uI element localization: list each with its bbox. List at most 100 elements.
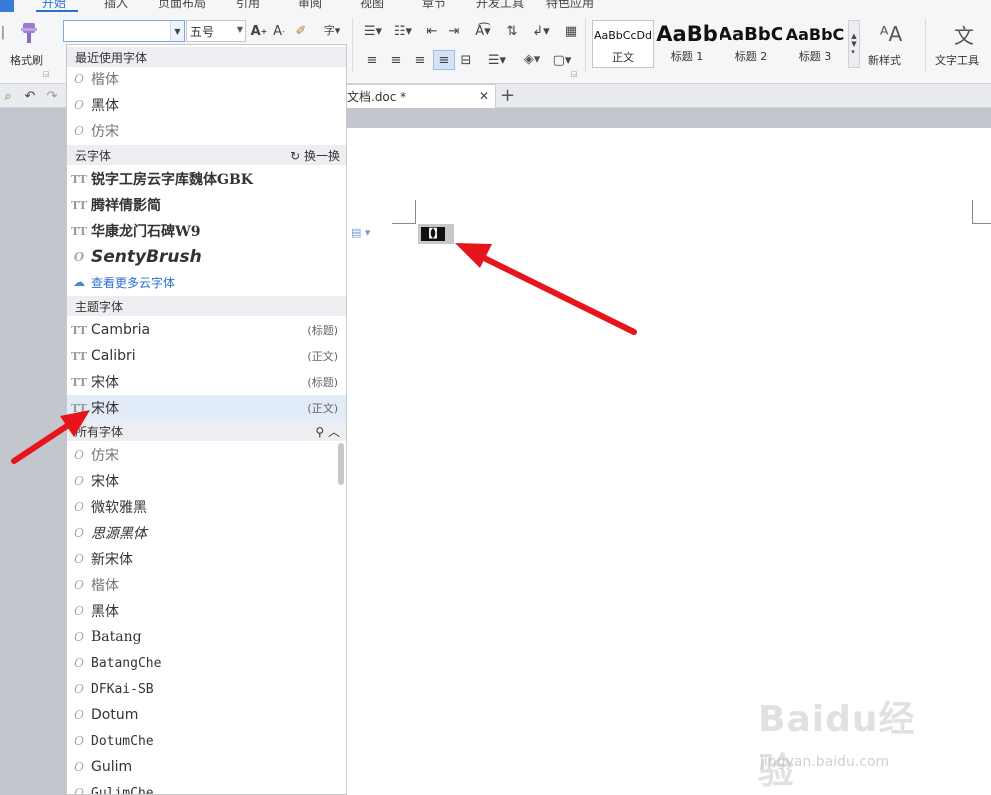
shading-icon[interactable]: ◈▾ bbox=[520, 50, 544, 68]
font-item[interactable]: O Dotum bbox=[67, 702, 346, 728]
justify-icon[interactable]: ≡ bbox=[433, 50, 455, 70]
style-heading-3[interactable]: AaBbC 标题 3 bbox=[784, 20, 846, 68]
align-center-icon[interactable]: ≡ bbox=[388, 52, 404, 68]
section-recent-fonts: 最近使用字体 bbox=[67, 47, 346, 67]
font-item[interactable]: O 楷体 bbox=[67, 66, 346, 92]
font-item[interactable]: O 仿宋 bbox=[67, 442, 346, 468]
grow-font-icon[interactable]: A + bbox=[250, 22, 268, 40]
tab-review[interactable]: 审阅 bbox=[298, 0, 322, 11]
font-item-label: 仿宋 bbox=[91, 124, 119, 140]
truetype-icon: TT bbox=[71, 349, 87, 363]
font-item[interactable]: O DotumChe bbox=[67, 728, 346, 754]
font-item[interactable]: O 思源黑体 bbox=[67, 520, 346, 546]
font-name-input[interactable]: ▼ bbox=[63, 20, 185, 42]
paste-options-icon[interactable]: ▤ ▾ bbox=[351, 226, 370, 239]
font-item[interactable]: O 楷体 bbox=[67, 572, 346, 598]
redo-icon[interactable]: ↷ bbox=[44, 88, 60, 104]
show-marks-icon[interactable]: ↲▾ bbox=[532, 22, 550, 40]
font-item[interactable]: O DFKai-SB bbox=[67, 676, 346, 702]
font-item-label: 黑体 bbox=[91, 604, 119, 620]
more-cloud-fonts-link[interactable]: ☁ 查看更多云字体 bbox=[67, 270, 346, 294]
dialog-launcher-icon[interactable]: ◲ bbox=[42, 70, 50, 78]
font-item[interactable]: O Gulim bbox=[67, 754, 346, 780]
font-role-tag: (正文) bbox=[307, 350, 338, 363]
tab-page-layout[interactable]: 页面布局 bbox=[158, 0, 206, 11]
align-right-icon[interactable]: ≡ bbox=[412, 52, 428, 68]
tab-view[interactable]: 视图 bbox=[360, 0, 384, 11]
font-item[interactable]: O 新宋体 bbox=[67, 546, 346, 572]
bullet-list-icon[interactable]: ☰▾ bbox=[362, 22, 384, 40]
theme-font-item[interactable]: TT Cambria (标题) bbox=[67, 317, 346, 343]
align-left-icon[interactable]: ≡ bbox=[364, 52, 380, 68]
new-style-icon[interactable]: ᴬA bbox=[876, 20, 906, 48]
theme-font-item[interactable]: TT 宋体 (标题) bbox=[67, 369, 346, 395]
font-type-icon: O bbox=[74, 124, 84, 138]
phonetic-guide-icon[interactable]: 字▾ bbox=[320, 20, 344, 40]
border-icon[interactable]: ▢▾ bbox=[552, 52, 572, 68]
chinese-layout-icon[interactable]: A͡▾ bbox=[472, 22, 494, 40]
theme-font-item[interactable]: TT Calibri (正文) bbox=[67, 343, 346, 369]
new-tab-icon[interactable]: + bbox=[500, 85, 515, 106]
font-item-label: 宋体 bbox=[91, 401, 119, 417]
font-item[interactable]: O 仿宋 bbox=[67, 118, 346, 144]
font-item[interactable]: O GulimChe bbox=[67, 780, 346, 795]
collapse-icon[interactable]: ︿ bbox=[328, 425, 340, 439]
style-heading-1[interactable]: AaBb 标题 1 bbox=[656, 20, 718, 68]
app-menu-button[interactable] bbox=[0, 0, 14, 12]
shrink-font-icon[interactable]: A- bbox=[270, 22, 288, 40]
cloud-font-item[interactable]: TT 锐字工房云字库魏体GBK bbox=[67, 166, 346, 192]
sort-icon[interactable]: ⇅ bbox=[504, 22, 520, 40]
tab-developer[interactable]: 开发工具 bbox=[476, 0, 524, 11]
cloud-font-item[interactable]: TT 华康龙门石碑W9 bbox=[67, 218, 346, 244]
clipboard-edge-icon: | bbox=[0, 24, 6, 40]
tab-special[interactable]: 特色应用 bbox=[546, 0, 594, 11]
style-normal[interactable]: AaBbCcDd 正文 bbox=[592, 20, 654, 68]
font-item-label: 华康龙门石碑W9 bbox=[91, 224, 201, 240]
clear-format-icon[interactable]: ✐ bbox=[292, 22, 310, 40]
close-icon[interactable]: ✕ bbox=[479, 89, 489, 103]
cloud-font-item[interactable]: O SentyBrush bbox=[67, 244, 346, 270]
font-type-icon: O bbox=[74, 734, 84, 748]
table-icon[interactable]: ▦ bbox=[562, 22, 580, 40]
text-tools-label[interactable]: 文字工具 bbox=[935, 52, 979, 68]
font-item[interactable]: O BatangChe bbox=[67, 650, 346, 676]
font-size-select[interactable]: 五号 ▼ bbox=[186, 20, 246, 42]
tab-sections[interactable]: 章节 bbox=[422, 0, 446, 11]
document-tab[interactable]: 文档.doc * ✕ bbox=[346, 84, 496, 108]
numbered-list-icon[interactable]: ☷▾ bbox=[392, 22, 414, 40]
font-type-icon: O bbox=[74, 474, 84, 488]
undo-icon[interactable]: ↶ bbox=[22, 88, 38, 104]
font-item[interactable]: O 黑体 bbox=[67, 598, 346, 624]
format-painter-button[interactable] bbox=[14, 20, 44, 48]
divider bbox=[925, 18, 926, 72]
more-cloud-fonts-label: 查看更多云字体 bbox=[91, 275, 176, 290]
tab-insert[interactable]: 插入 bbox=[104, 0, 128, 11]
cloud-font-item[interactable]: TT 腾祥倩影简 bbox=[67, 192, 346, 218]
font-item[interactable]: O Batang bbox=[67, 624, 346, 650]
scrollbar[interactable] bbox=[338, 443, 344, 485]
brush-icon bbox=[21, 23, 37, 43]
font-item[interactable]: O 黑体 bbox=[67, 92, 346, 118]
paragraph-dialog-launcher-icon[interactable]: ◲ bbox=[570, 70, 578, 78]
tab-references[interactable]: 引用 bbox=[236, 0, 260, 11]
selected-text[interactable]: 【】 bbox=[418, 224, 454, 244]
line-spacing-icon[interactable]: ☰▾ bbox=[486, 52, 508, 68]
decrease-indent-icon[interactable]: ⇤ bbox=[424, 22, 440, 40]
theme-font-item-hovered[interactable]: TT 宋体 (正文) bbox=[67, 395, 346, 421]
font-type-icon: O bbox=[74, 708, 84, 722]
style-heading-2[interactable]: AaBbC 标题 2 bbox=[720, 20, 782, 68]
font-dropdown-panel[interactable]: 最近使用字体 O 楷体 O 黑体 O 仿宋 云字体 ↻ 换一换 TT 锐字工房云字库魏体… bbox=[66, 44, 347, 795]
pin-icon[interactable]: ⚲ bbox=[315, 425, 328, 439]
font-item-label: 宋体 bbox=[91, 474, 119, 490]
font-item[interactable]: O 宋体 bbox=[67, 468, 346, 494]
distributed-icon[interactable]: ⊟ bbox=[458, 52, 474, 68]
print-preview-icon[interactable]: ⌕ bbox=[0, 88, 16, 104]
truetype-icon: TT bbox=[71, 198, 87, 212]
increase-indent-icon[interactable]: ⇥ bbox=[446, 22, 462, 40]
new-style-label[interactable]: 新样式 bbox=[868, 52, 901, 68]
styles-scroll-icon[interactable]: ▲ ▼ ▾ bbox=[848, 20, 860, 68]
text-tools-icon[interactable]: 文 bbox=[950, 20, 978, 48]
refresh-button[interactable]: ↻ 换一换 bbox=[290, 147, 340, 164]
font-item[interactable]: O 微软雅黑 bbox=[67, 494, 346, 520]
font-dropdown-arrow-icon[interactable]: ▼ bbox=[170, 21, 184, 41]
